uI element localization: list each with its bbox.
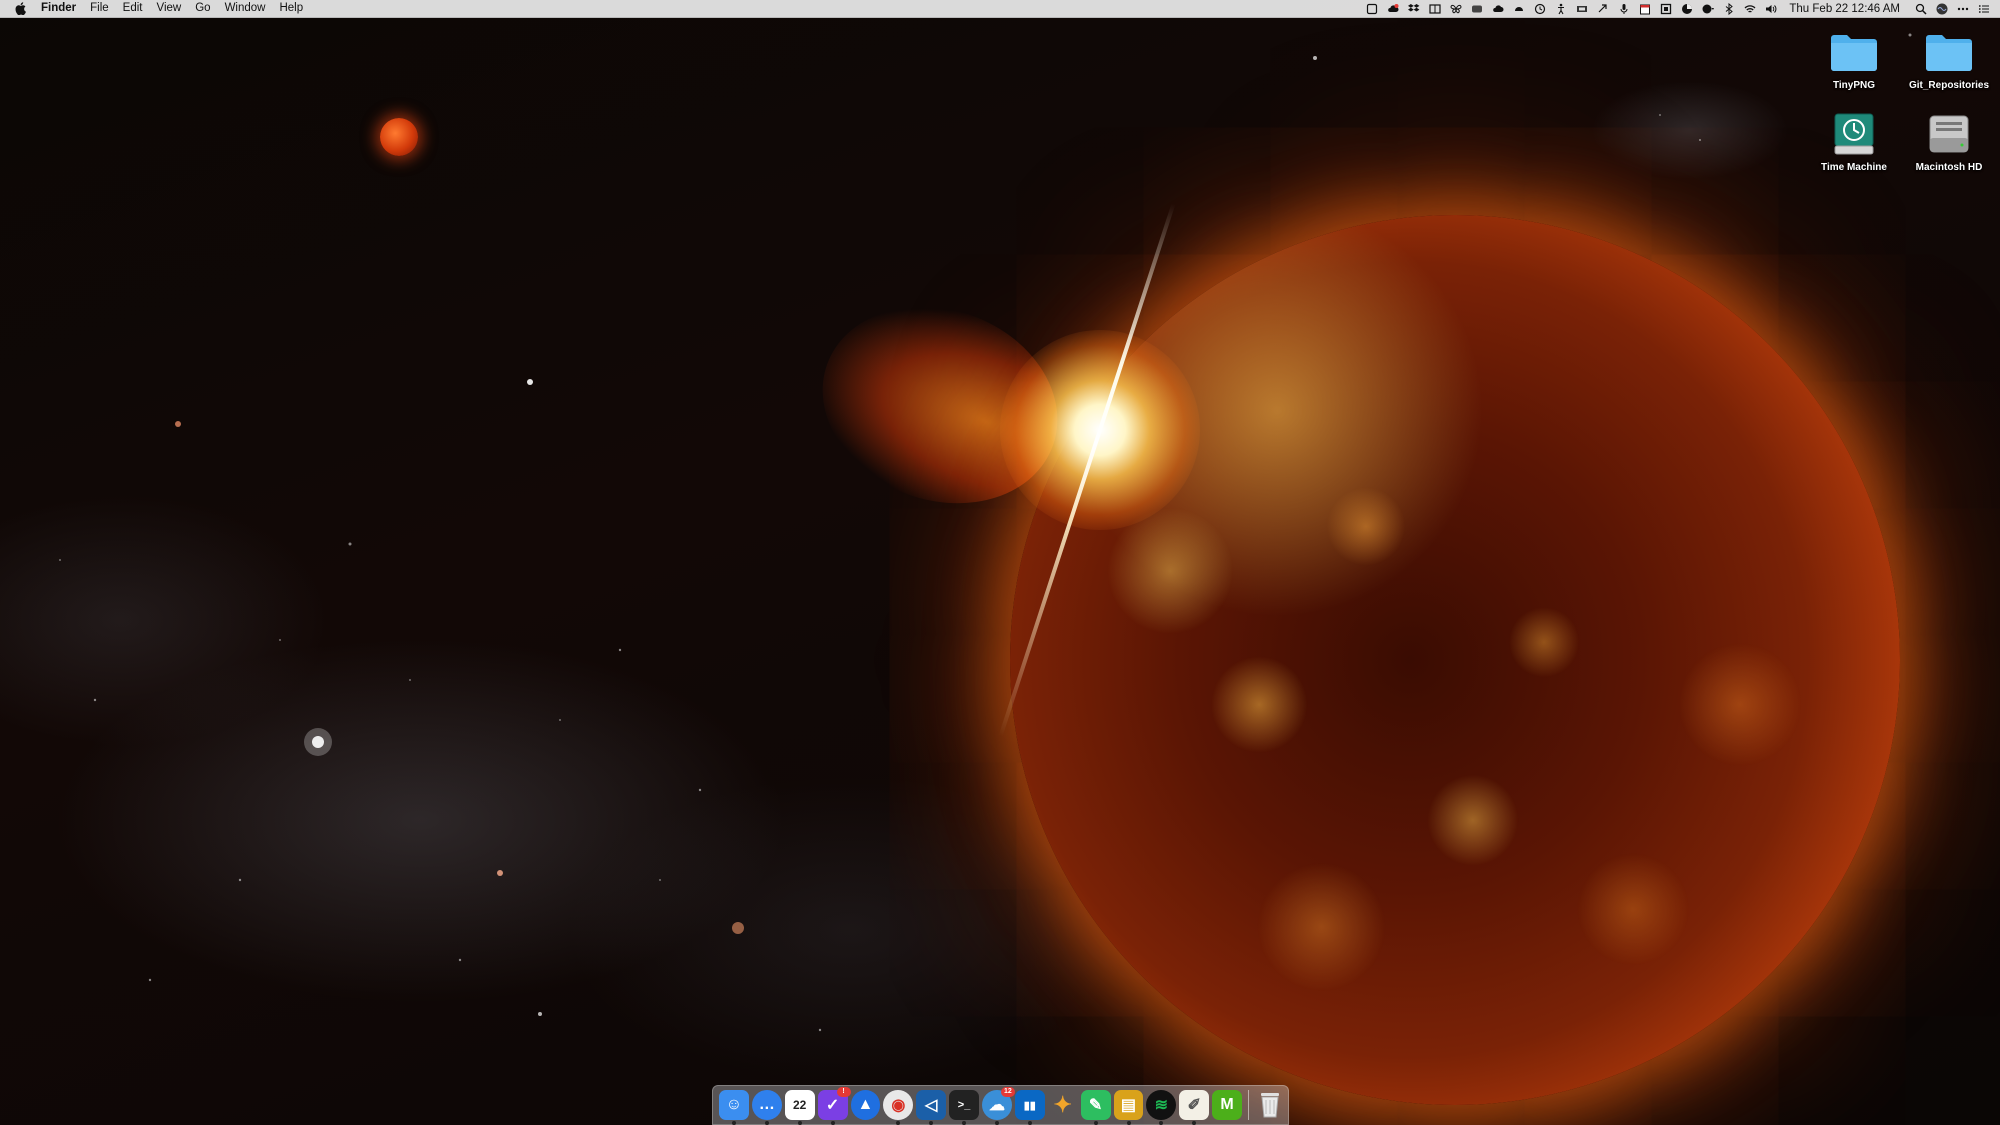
desktop-icon-tinypng[interactable]: TinyPNG xyxy=(1809,28,1899,91)
volume-icon[interactable] xyxy=(1765,3,1777,15)
dock-messages[interactable]: … xyxy=(751,1090,782,1125)
trello-icon: ▮▮ xyxy=(1023,1099,1036,1112)
desktop-wallpaper xyxy=(0,0,2000,1125)
dock-trash[interactable] xyxy=(1255,1090,1285,1120)
desktop-icon-label: Time Machine xyxy=(1821,162,1887,173)
menu-window[interactable]: Window xyxy=(225,0,266,17)
spotify-icon: ≋ xyxy=(1154,1097,1169,1114)
dock-spotify[interactable]: ≋ xyxy=(1146,1090,1177,1125)
dock-terminal[interactable]: >_ xyxy=(949,1090,979,1125)
menu-go[interactable]: Go xyxy=(195,0,210,17)
dock-tweetbot[interactable]: ☁ 12 xyxy=(982,1087,1015,1125)
notification-center-icon[interactable] xyxy=(1978,3,1990,15)
dock-omnifocus[interactable]: ✓! xyxy=(817,1087,851,1125)
hard-drive-icon xyxy=(1923,110,1975,158)
menu-bar: Finder File Edit View Go Window Help Thu… xyxy=(0,0,2000,18)
sync-icon[interactable] xyxy=(1597,3,1609,15)
menu-edit[interactable]: Edit xyxy=(123,0,143,17)
desktop-icon-macintosh-hd[interactable]: Macintosh HD xyxy=(1904,110,1994,173)
microphone-icon[interactable] xyxy=(1618,3,1630,15)
airport-icon[interactable] xyxy=(1576,3,1588,15)
desktop-icon-time-machine[interactable]: Time Machine xyxy=(1809,110,1899,173)
circle-dropdown-icon[interactable] xyxy=(1702,3,1715,15)
evernote-icon: ✎ xyxy=(1088,1097,1103,1114)
calendar-status-icon[interactable] xyxy=(1639,3,1651,15)
cloud-alert-icon[interactable] xyxy=(1387,3,1399,15)
dock-markdown[interactable]: M xyxy=(1212,1090,1242,1120)
bluetooth-icon[interactable] xyxy=(1723,2,1735,15)
menu-file[interactable]: File xyxy=(90,0,109,17)
dock-vscode[interactable]: ◁ xyxy=(916,1090,947,1125)
terminal-icon: >_ xyxy=(957,1099,971,1111)
folder-icon xyxy=(1923,28,1975,76)
dock-textedit[interactable]: ✐ xyxy=(1179,1090,1210,1125)
accessibility-icon[interactable] xyxy=(1555,3,1567,15)
tweetbot-icon: ☁ xyxy=(988,1097,1005,1114)
wifi-icon[interactable] xyxy=(1744,3,1756,15)
dock-evernote[interactable]: ✎ xyxy=(1080,1090,1111,1125)
dock-safari[interactable]: ▲ xyxy=(850,1090,881,1120)
menu-view[interactable]: View xyxy=(157,0,182,17)
screen-icon[interactable] xyxy=(1660,3,1672,15)
display-icon[interactable] xyxy=(1471,3,1483,15)
siri-icon[interactable] xyxy=(1936,3,1948,15)
dock-separator xyxy=(1248,1090,1249,1120)
pie-status-icon[interactable] xyxy=(1681,3,1693,15)
desktop-icon-git-repositories[interactable]: Git_Repositories xyxy=(1904,28,1994,91)
red-planet xyxy=(380,118,418,156)
butterfly-icon[interactable] xyxy=(1450,3,1462,15)
messages-icon: … xyxy=(758,1096,775,1113)
backup-icon[interactable] xyxy=(1513,3,1525,15)
menu-help[interactable]: Help xyxy=(279,0,303,17)
safari-icon: ▲ xyxy=(857,1096,874,1113)
dock-calendar[interactable]: 22 xyxy=(784,1090,815,1125)
desktop-icon-label: Git_Repositories xyxy=(1908,80,1990,91)
dock-chrome[interactable]: ◉ xyxy=(883,1090,914,1125)
dock-notes[interactable]: ▤ xyxy=(1113,1090,1144,1125)
apple-menu-icon[interactable] xyxy=(14,2,27,15)
dock: ☺ … 22 ✓! ▲ ◉ ◁ >_ ☁ 12 ▮▮ ✦ ✎ ▤ ≋ ✐ M xyxy=(712,1085,1289,1125)
butterfly-app-icon: ✦ xyxy=(1053,1092,1072,1117)
trash-icon xyxy=(1260,1093,1279,1118)
dropbox-icon[interactable] xyxy=(1408,3,1420,15)
menu-clock[interactable]: Thu Feb 22 12:46 AM xyxy=(1789,3,1900,15)
more-icon[interactable] xyxy=(1957,3,1969,15)
calendar-icon: 22 xyxy=(793,1098,807,1112)
window-icon[interactable] xyxy=(1366,3,1378,15)
dock-trello[interactable]: ▮▮ xyxy=(1014,1090,1045,1125)
time-machine-icon xyxy=(1828,110,1880,158)
spotlight-search-icon[interactable] xyxy=(1915,3,1927,15)
reader-icon[interactable] xyxy=(1429,3,1441,15)
desktop-icon-label: TinyPNG xyxy=(1832,80,1876,91)
time-machine-status-icon[interactable] xyxy=(1534,3,1546,15)
notes-icon: ▤ xyxy=(1120,1097,1136,1114)
chrome-icon: ◉ xyxy=(891,1097,906,1114)
menu-app-name[interactable]: Finder xyxy=(41,0,76,17)
cloud-icon[interactable] xyxy=(1492,3,1504,15)
textedit-icon: ✐ xyxy=(1187,1097,1201,1114)
dock-finder[interactable]: ☺ xyxy=(719,1090,749,1125)
markdown-icon: M xyxy=(1220,1096,1234,1113)
omnifocus-icon: ✓ xyxy=(825,1097,840,1114)
desktop-icon-label: Macintosh HD xyxy=(1915,162,1983,173)
finder-icon: ☺ xyxy=(725,1096,743,1113)
folder-icon xyxy=(1828,28,1880,76)
dock-tes[interactable]: ✦ xyxy=(1048,1090,1078,1120)
vscode-icon: ◁ xyxy=(925,1097,938,1114)
